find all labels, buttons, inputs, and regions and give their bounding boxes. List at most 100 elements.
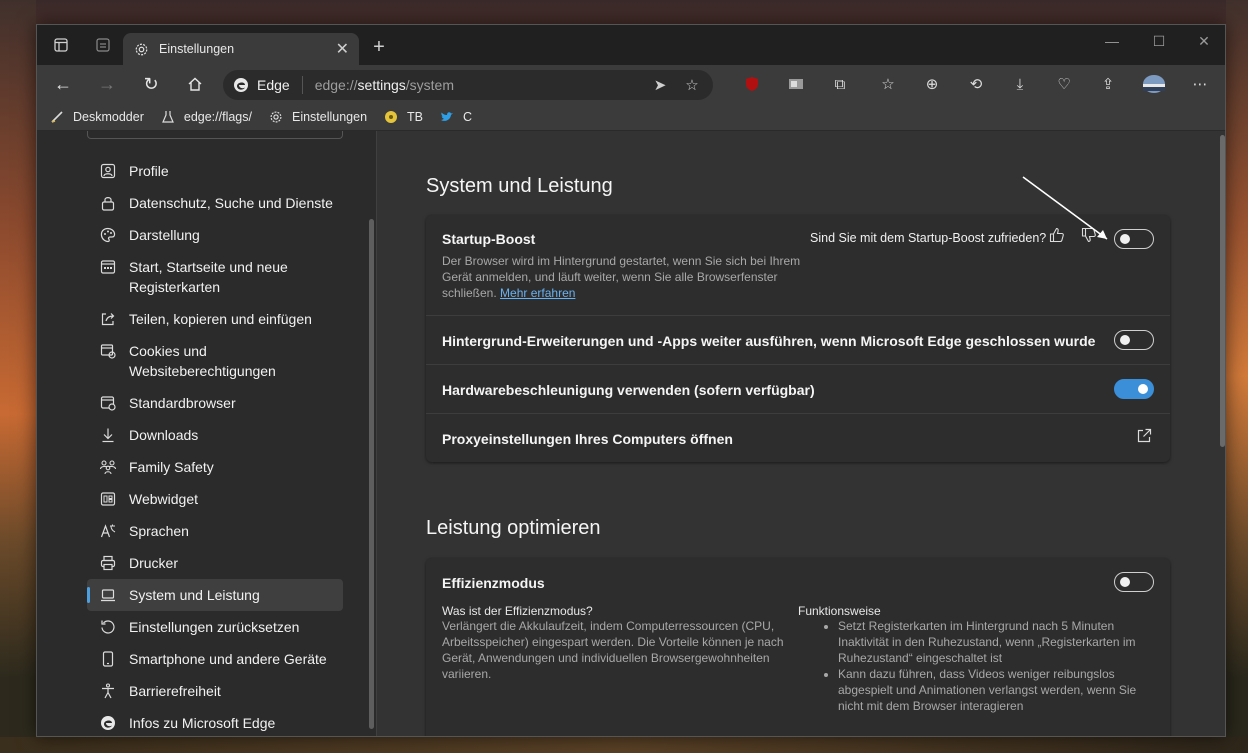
home-icon[interactable]: [183, 73, 207, 95]
efficiency-how-list: Setzt Registerkarten im Hintergrund nach…: [798, 618, 1153, 714]
sidebar-item-accessibility[interactable]: Barrierefreiheit: [87, 675, 343, 707]
sidebar-item-family-safety[interactable]: Family Safety: [87, 451, 343, 483]
favorites-icon[interactable]: ☆: [877, 74, 899, 94]
favorites-bar: Deskmodder edge://flags/ Einstellungen T…: [37, 103, 1225, 131]
efficiency-mode-toggle[interactable]: [1114, 572, 1154, 592]
refresh-icon[interactable]: ↻: [139, 73, 163, 95]
send-icon[interactable]: ➤: [649, 76, 671, 94]
twitter-bird-icon: [439, 109, 455, 125]
maximize-icon[interactable]: ☐: [1144, 33, 1174, 50]
efficiency-what-column: Was ist der Effizienzmodus? Verlängert d…: [442, 604, 787, 682]
external-link-icon[interactable]: [1136, 428, 1152, 448]
sidebar-item-profile[interactable]: Profile: [87, 155, 343, 187]
yellow-circle-icon: [383, 109, 399, 125]
toggle-knob: [1120, 234, 1130, 244]
address-bar[interactable]: Edge edge://settings/system ➤ ☆: [223, 70, 713, 100]
default-browser-icon: [99, 393, 117, 413]
proxy-settings-row[interactable]: Proxyeinstellungen Ihres Computers öffne…: [426, 414, 1170, 462]
avatar[interactable]: [1141, 74, 1167, 94]
add-favorite-icon[interactable]: ☆: [681, 76, 703, 94]
sidebar-item-share[interactable]: Teilen, kopieren und einfügen: [87, 303, 343, 335]
learn-more-link[interactable]: Mehr erfahren: [500, 286, 575, 300]
widget-icon: [99, 489, 117, 509]
family-icon: [99, 457, 117, 477]
more-menu-icon[interactable]: ⋯: [1189, 74, 1211, 94]
list-item: Setzt Registerkarten im Hintergrund nach…: [838, 618, 1153, 666]
cookies-icon: [99, 341, 117, 361]
toggle-knob: [1120, 335, 1130, 345]
extensions-puzzle-icon[interactable]: ⧉: [829, 74, 851, 94]
tab-settings[interactable]: Einstellungen ✕: [123, 33, 359, 65]
background-apps-toggle[interactable]: [1114, 330, 1154, 350]
address-url[interactable]: edge://settings/system: [315, 77, 639, 93]
minimize-icon[interactable]: —: [1097, 33, 1127, 49]
section-title-optimize: Leistung optimieren: [426, 517, 601, 539]
background-apps-title: Hintergrund-Erweiterungen und -Apps weit…: [442, 333, 1096, 349]
close-tab-icon[interactable]: ✕: [336, 39, 349, 59]
favorite-flags[interactable]: edge://flags/: [160, 109, 252, 125]
sidebar-item-printer[interactable]: Drucker: [87, 547, 343, 579]
favorite-settings[interactable]: Einstellungen: [268, 109, 367, 125]
efficiency-how-column: Funktionsweise Setzt Registerkarten im H…: [798, 604, 1153, 714]
download-icon[interactable]: ⤓: [1009, 74, 1031, 94]
forward-icon[interactable]: →: [95, 73, 119, 95]
gear-icon: [268, 109, 284, 125]
phone-icon: [99, 649, 117, 669]
printer-icon: [99, 553, 117, 573]
sidebar-item-downloads[interactable]: Downloads: [87, 419, 343, 451]
close-window-icon[interactable]: ✕: [1189, 33, 1219, 50]
list-item: Kann dazu führen, dass Videos weniger re…: [838, 666, 1153, 714]
startup-boost-toggle[interactable]: [1114, 229, 1154, 249]
system-settings-card: Startup-Boost Der Browser wird im Hinter…: [426, 215, 1170, 462]
startup-boost-description: Der Browser wird im Hintergrund gestarte…: [442, 254, 801, 300]
sidebar-item-privacy[interactable]: Datenschutz, Suche und Dienste: [87, 187, 343, 219]
startup-boost-feedback-question: Sind Sie mit dem Startup-Boost zufrieden…: [810, 231, 1047, 245]
sidebar-item-cookies[interactable]: Cookies und Websiteberechtigungen: [87, 335, 343, 387]
sidebar-item-languages[interactable]: Sprachen: [87, 515, 343, 547]
hardware-acceleration-toggle[interactable]: [1114, 379, 1154, 399]
efficiency-what-title: Was ist der Effizienzmodus?: [442, 604, 593, 618]
efficiency-what-text: Verlängert die Akkulaufzeit, indem Compu…: [442, 619, 784, 681]
workspaces-icon[interactable]: [93, 35, 113, 55]
back-icon[interactable]: ←: [51, 73, 75, 95]
address-brand: Edge: [233, 76, 303, 94]
title-bar: Einstellungen ✕ + — ☐ ✕: [37, 25, 1225, 65]
address-brand-label: Edge: [257, 77, 290, 93]
palette-icon: [99, 225, 117, 245]
edge-logo-icon: [99, 713, 117, 733]
sidebar-item-appearance[interactable]: Darstellung: [87, 219, 343, 251]
browser-window: Einstellungen ✕ + — ☐ ✕ ← → ↻ Edge edge:…: [36, 24, 1226, 737]
sidebar-item-default-browser[interactable]: Standardbrowser: [87, 387, 343, 419]
proxy-settings-title: Proxyeinstellungen Ihres Computers öffne…: [442, 431, 733, 447]
startup-boost-title: Startup-Boost: [442, 231, 536, 247]
history-icon[interactable]: ⟲: [965, 74, 987, 94]
browser-essentials-icon[interactable]: ♡: [1053, 74, 1075, 94]
language-icon: [99, 521, 117, 541]
sidebar-item-system[interactable]: System und Leistung: [87, 579, 343, 611]
settings-search-input[interactable]: [87, 131, 343, 139]
favorite-c[interactable]: C: [439, 109, 472, 125]
tab-actions-icon[interactable]: [51, 35, 71, 55]
sidebar-item-start[interactable]: Start, Startseite und neue Registerkarte…: [87, 251, 343, 303]
share-icon[interactable]: ⇪: [1097, 74, 1119, 94]
sidebar-scrollbar[interactable]: [369, 219, 374, 729]
favorite-tb[interactable]: TB: [383, 109, 423, 125]
profile-icon: [99, 161, 117, 181]
desktop-wallpaper-bottom: [0, 737, 1248, 753]
collections-icon[interactable]: ⊕: [921, 74, 943, 94]
toggle-knob: [1120, 577, 1130, 587]
sidebar-item-about[interactable]: Infos zu Microsoft Edge: [87, 707, 343, 736]
extension-window-icon[interactable]: [785, 74, 807, 94]
start-page-icon: [99, 257, 117, 277]
toggle-knob: [1138, 384, 1148, 394]
tab-title: Einstellungen: [159, 42, 235, 56]
desktop-wallpaper-left: [0, 0, 36, 753]
gear-icon: [133, 41, 149, 57]
ublock-extension-icon[interactable]: [741, 74, 763, 94]
sidebar-item-devices[interactable]: Smartphone und andere Geräte: [87, 643, 343, 675]
new-tab-button[interactable]: +: [369, 37, 389, 57]
main-scrollbar[interactable]: [1220, 135, 1225, 447]
favorite-deskmodder[interactable]: Deskmodder: [49, 109, 144, 125]
sidebar-item-reset[interactable]: Einstellungen zurücksetzen: [87, 611, 343, 643]
sidebar-item-webwidget[interactable]: Webwidget: [87, 483, 343, 515]
